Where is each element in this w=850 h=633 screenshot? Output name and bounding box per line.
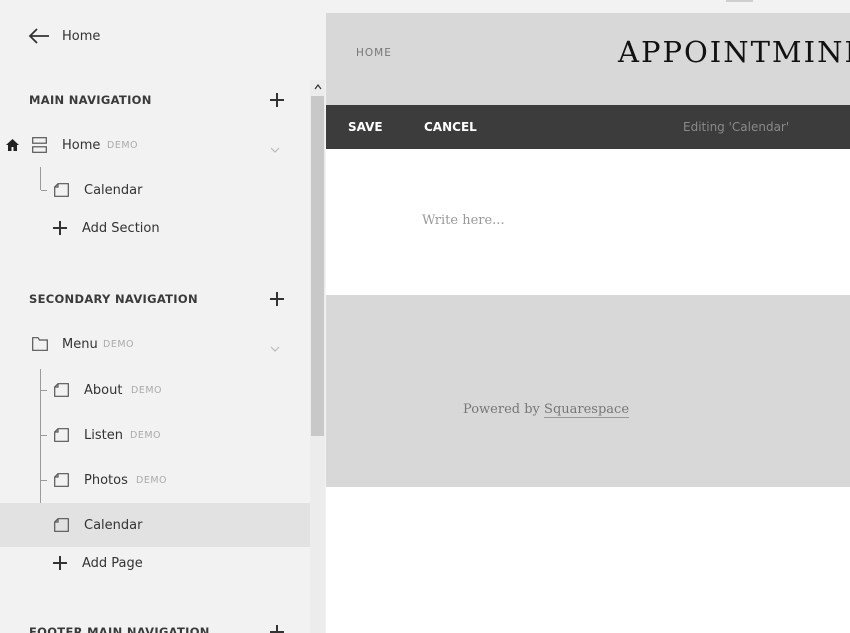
add-page-button[interactable]: Add Page <box>52 551 143 575</box>
squarespace-link[interactable]: Squarespace <box>544 402 630 418</box>
nav-item-label: Home <box>62 137 101 153</box>
nav-item-label: About <box>84 382 123 398</box>
site-footer: Powered by Squarespace <box>326 295 850 487</box>
index-page-icon <box>32 137 47 153</box>
demo-badge: DEMO <box>131 384 162 396</box>
powered-prefix: Powered by <box>463 402 540 417</box>
page-icon <box>54 518 69 532</box>
folder-icon <box>32 337 48 351</box>
powered-by-text: Powered by Squarespace <box>463 402 630 418</box>
add-to-footer-navigation-button[interactable] <box>269 624 285 633</box>
demo-badge: DEMO <box>107 139 138 151</box>
page-icon <box>54 428 69 442</box>
nav-item-calendar-selected[interactable]: Calendar <box>0 503 310 547</box>
top-tab-indicator <box>726 0 753 2</box>
nav-item-label: Photos <box>84 472 128 488</box>
site-nav-home-link[interactable]: HOME <box>356 47 392 59</box>
nav-item-menu[interactable]: Menu DEMO <box>0 324 310 364</box>
cancel-button[interactable]: CANCEL <box>424 120 477 134</box>
nav-item-home[interactable]: Home DEMO <box>0 125 310 165</box>
sidebar: Home MAIN NAVIGATION Home DEMO Calendar … <box>0 0 310 633</box>
arrow-left-icon <box>28 28 49 44</box>
add-section-button[interactable]: Add Section <box>52 216 160 240</box>
write-here-placeholder[interactable]: Write here... <box>422 213 505 228</box>
footer-navigation-header: FOOTER MAIN NAVIGATION <box>29 624 285 633</box>
nav-item-label: Menu <box>62 336 98 352</box>
chevron-down-icon[interactable] <box>270 339 280 352</box>
back-to-home-button[interactable]: Home <box>28 24 100 48</box>
plus-icon <box>52 220 68 236</box>
main-navigation-header: MAIN NAVIGATION <box>29 92 285 108</box>
nav-item-label: Calendar <box>84 182 143 198</box>
site-preview: HOME APPOINTMIND SAVE CANCEL Editing 'Ca… <box>326 13 850 633</box>
demo-badge: DEMO <box>103 338 134 350</box>
content-area[interactable]: Write here... <box>326 149 850 295</box>
scrollbar-thumb[interactable] <box>311 96 324 436</box>
scroll-up-arrow-icon[interactable] <box>314 83 322 91</box>
nav-item-about[interactable]: About DEMO <box>0 370 310 410</box>
secondary-navigation-header: SECONDARY NAVIGATION <box>29 291 285 307</box>
nav-item-listen[interactable]: Listen DEMO <box>0 415 310 455</box>
add-section-label: Add Section <box>82 220 160 236</box>
add-to-main-navigation-button[interactable] <box>269 92 285 108</box>
page-icon <box>54 383 69 397</box>
demo-badge: DEMO <box>136 474 167 486</box>
editing-status: Editing 'Calendar' <box>683 120 790 134</box>
home-icon <box>6 139 19 151</box>
site-header: HOME APPOINTMIND <box>326 13 850 105</box>
nav-item-label: Listen <box>84 427 123 443</box>
main-navigation-title: MAIN NAVIGATION <box>29 93 152 107</box>
add-to-secondary-navigation-button[interactable] <box>269 291 285 307</box>
chevron-down-icon[interactable] <box>270 140 280 153</box>
back-label: Home <box>62 28 101 44</box>
add-page-label: Add Page <box>82 555 143 571</box>
nav-item-photos[interactable]: Photos DEMO <box>0 460 310 500</box>
edit-toolbar: SAVE CANCEL Editing 'Calendar' <box>326 105 850 149</box>
site-title: APPOINTMIND <box>618 35 850 69</box>
nav-item-calendar[interactable]: Calendar <box>0 170 310 210</box>
plus-icon <box>52 555 68 571</box>
page-icon <box>54 183 69 197</box>
page-icon <box>54 473 69 487</box>
footer-navigation-title: FOOTER MAIN NAVIGATION <box>29 625 210 633</box>
save-button[interactable]: SAVE <box>348 120 383 134</box>
nav-item-label: Calendar <box>84 517 143 533</box>
demo-badge: DEMO <box>130 429 161 441</box>
secondary-navigation-title: SECONDARY NAVIGATION <box>29 292 198 306</box>
